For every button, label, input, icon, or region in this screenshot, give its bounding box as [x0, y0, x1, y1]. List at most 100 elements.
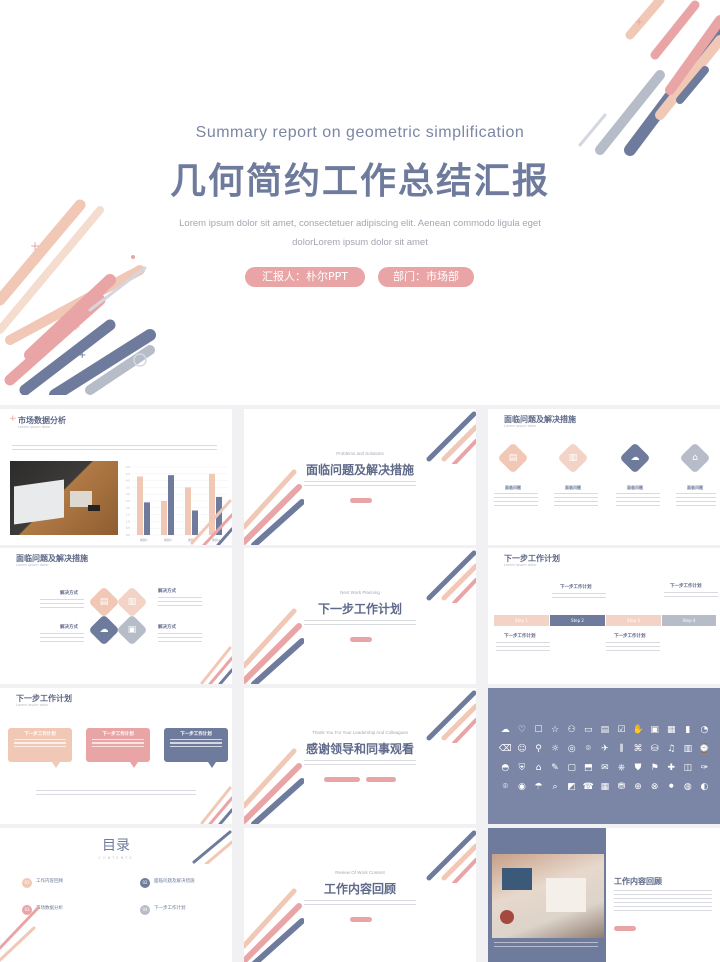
toc-label-1: 工作内容回顾 [36, 879, 63, 884]
cluster-diamond-bottom-left: ☁ [88, 614, 120, 646]
icon-11: ▦ [666, 725, 676, 735]
phone-shape [88, 505, 100, 511]
section-en: Problems and Solutions [336, 451, 384, 456]
svg-text:+: + [30, 239, 40, 253]
solution-label-3: 解决方式 [60, 625, 78, 630]
bubble-title-2: 下一步工作计划 [102, 732, 134, 737]
bubble-title-1: 下一步工作计划 [24, 732, 56, 737]
slide-review-section[interactable]: Review Of Work Content 工作内容回顾 [244, 828, 476, 962]
bar-类别2-s1 [161, 501, 167, 535]
toc-num-1: 01 [22, 878, 32, 888]
icon-34: ⎈ [617, 763, 626, 773]
x-tick-label: 类别2 [164, 537, 172, 542]
bag-icon: ▣ [127, 625, 137, 635]
solution-text-4 [158, 633, 202, 645]
right-stripes [192, 830, 232, 864]
slide-icon-set[interactable]: ☁ ♡ ☐ ☆ ⚇ ▭ ▤ ☑ ✋ ▣ ▦ ▮ ◔ ⌫ ☺ ⚲ ☼ ◎ ⌾ ✈ ⫼ ⌘ ⛁ ♫ ▥ ⌚ ◓ ⛨ ⌂ ✎ ▢ ⬒ ✉ ⎈ ⛊ ⚑ ✚ ◫ ✑ ⌾… [488, 688, 720, 824]
icon-30: ✎ [551, 763, 559, 773]
bubble-tail-1 [52, 762, 60, 768]
bubble-text-2 [92, 739, 144, 749]
section-text [304, 620, 416, 628]
cover-slide[interactable]: + + + + Summary report on geometric simp… [0, 0, 720, 405]
slide-thanks[interactable]: Thank You For Your Leadership And Collea… [244, 688, 476, 824]
icon-26: ⌚ [698, 744, 711, 754]
toc-num-2: 02 [140, 878, 150, 888]
plan-text-bottom-1 [496, 642, 550, 654]
icon-12: ▮ [685, 725, 691, 735]
department-pill: 部门：市场部 [378, 267, 474, 287]
item-text-2 [554, 493, 598, 509]
icon-9: ✋ [632, 725, 644, 735]
slide-subtitle: Lorem ipsum dolor [16, 703, 49, 707]
icon-6: ▭ [584, 725, 593, 735]
desc-line-1: Lorem ipsum dolor sit amet, consectetuer… [179, 218, 541, 229]
desk-photo [492, 854, 604, 938]
slide-contents[interactable]: 目录 CONTENTS 01 工作内容回顾 02 面临问题及解决措施 03 市场… [0, 828, 232, 962]
icon-25: ▥ [683, 744, 693, 754]
cup-shape [500, 910, 514, 924]
corner-stripes [200, 646, 232, 684]
icon-36: ⚑ [650, 763, 659, 773]
icon-7: ▤ [600, 725, 610, 735]
slide-plan-steps[interactable]: 下一步工作计划 Lorem ipsum dolor 下一步工作计划 下一步工作计… [488, 548, 720, 684]
laptop-shape [14, 479, 64, 525]
thanks-en: Thank You For Your Leadership And Collea… [312, 730, 408, 735]
svg-text:+: + [78, 350, 86, 361]
y-tick-label: 4.0 [126, 479, 130, 483]
svg-text:+: + [72, 322, 80, 333]
item-text-3 [616, 493, 660, 509]
diamond-1: ▤ [497, 442, 529, 474]
item-text-4 [676, 493, 716, 509]
slide-plan-section[interactable]: Next Work Planning 下一步工作计划 [244, 548, 476, 684]
slide-problems-diamonds[interactable]: 面临问题及解决措施 Lorem ipsum dolor ▤ ▥ ☁ ⌂ 面临问题… [488, 409, 720, 545]
icon-42: ☂ [534, 782, 543, 792]
doc-icon: ▤ [99, 597, 109, 607]
slide-review-content[interactable]: 工作内容回顾 [488, 828, 720, 962]
section-text [304, 481, 416, 489]
left-stripes [244, 469, 304, 545]
cloud-icon: ☁ [630, 453, 640, 463]
bar-类别2-s2 [168, 475, 174, 535]
icon-1: ☁ [500, 725, 510, 735]
step-1: Step 1 [494, 615, 549, 626]
icon-10: ▣ [650, 725, 659, 735]
icon-38: ◫ [683, 763, 693, 773]
icon-49: ⊗ [650, 782, 659, 792]
svg-text:+: + [635, 17, 643, 28]
left-stripes [0, 906, 40, 962]
slide-market-data[interactable]: 市场数据分析 Lorem ipsum dolor + 0.0 0.5 1.0 1.5 2… [0, 409, 232, 545]
slide-subtitle: Lorem ipsum dolor [504, 563, 537, 567]
icon-grid: ☁ ♡ ☐ ☆ ⚇ ▭ ▤ ☑ ✋ ▣ ▦ ▮ ◔ ⌫ ☺ ⚲ ☼ ◎ ⌾ ✈ ⫼ ⌘ ⛁ ♫ ▥ ⌚ ◓ ⛨ ⌂ ✎ ▢ ⬒ ✉ ⎈ ⛊ ⚑ ✚ ◫ ✑ ⌾… [497, 724, 713, 793]
step-4: Step 4 [662, 615, 716, 626]
plan-text-top-1 [552, 593, 606, 601]
icon-24: ♫ [667, 744, 676, 754]
icon-8: ☑ [617, 725, 626, 735]
icon-48: ⊕ [634, 782, 642, 792]
diamond-4: ⌂ [679, 442, 711, 474]
solution-text-3 [40, 633, 84, 645]
section-en: Review Of Work Content [335, 870, 385, 875]
solution-text-1 [40, 599, 84, 611]
toc-num-4: 04 [140, 905, 150, 915]
icon-16: ⚲ [535, 744, 542, 754]
y-tick-label: 5.0 [126, 465, 130, 469]
y-tick-label: 1.5 [126, 513, 130, 517]
slide-problems-cluster[interactable]: 面临问题及解决措施 Lorem ipsum dolor ▤ ▥ ☁ ▣ 解决方式… [0, 548, 232, 684]
icon-50: ⚫ [667, 782, 675, 792]
icon-43: ⌕ [552, 782, 558, 792]
reporter-pill: 汇报人：朴尔PPT [245, 267, 365, 287]
slide-subtitle: Lorem ipsum dolor [16, 563, 49, 567]
cluster-diamond-bottom-right: ▣ [116, 614, 148, 646]
slide-problems-section[interactable]: Problems and Solutions 面临问题及解决措施 [244, 409, 476, 545]
solution-label-4: 解决方式 [158, 625, 176, 630]
icon-28: ⛨ [518, 763, 526, 773]
bar-类别1-s1 [137, 476, 143, 535]
section-pill [350, 637, 372, 642]
icon-46: ▦ [600, 782, 610, 792]
laptop-photo [10, 461, 118, 535]
corner-stripes [190, 499, 232, 545]
review-pill [614, 926, 636, 931]
solution-label-1: 解决方式 [60, 591, 78, 596]
desc-line-2: dolorLorem ipsum dolor sit amet [292, 237, 428, 248]
slide-plan-bubbles[interactable]: 下一步工作计划 Lorem ipsum dolor 下一步工作计划 下一步工作计… [0, 688, 232, 824]
